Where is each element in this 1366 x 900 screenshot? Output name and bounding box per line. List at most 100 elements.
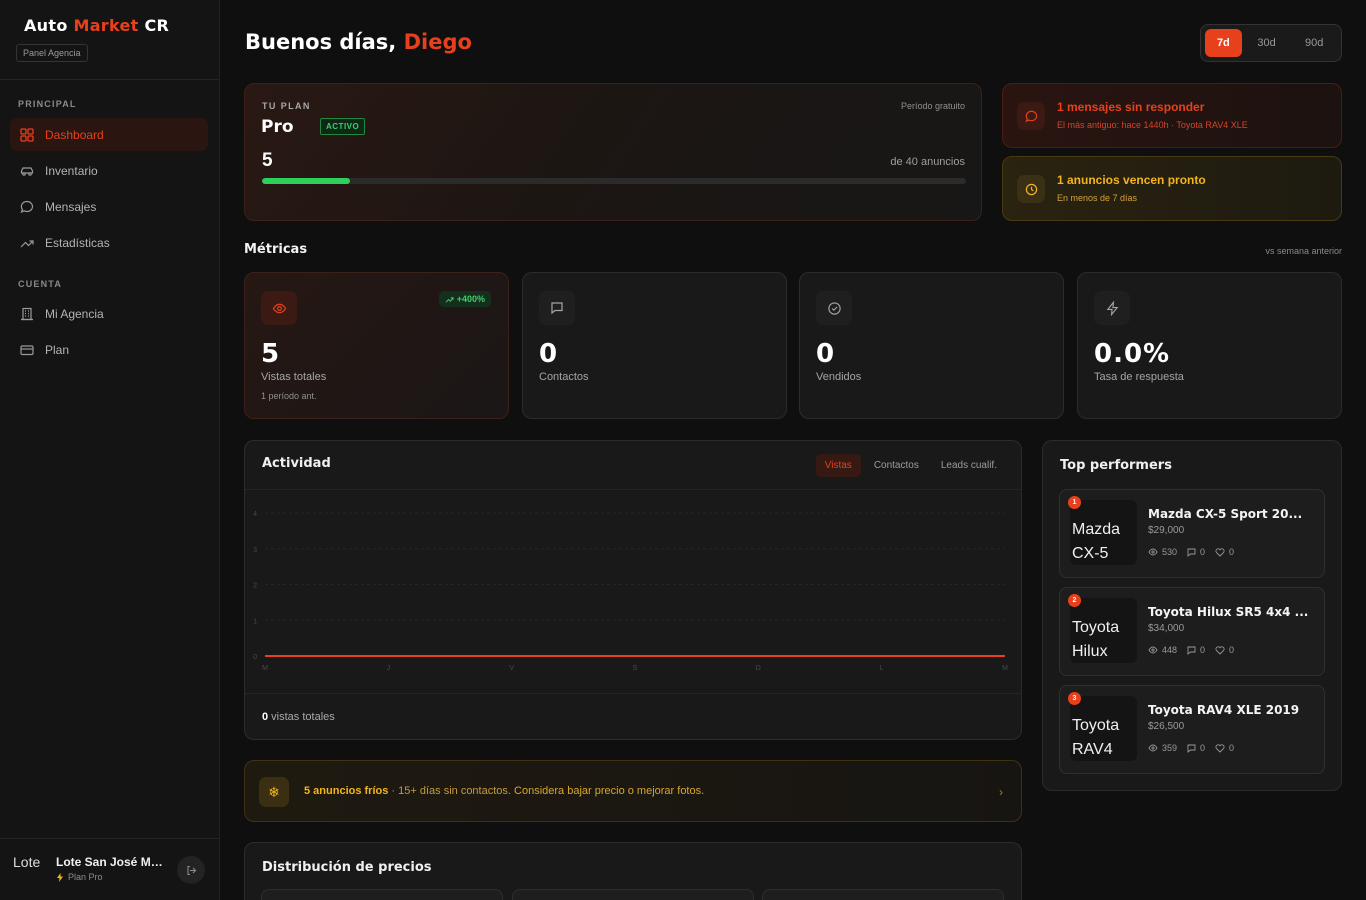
- grid-icon: [20, 127, 34, 142]
- agency-panel-badge: Panel Agencia: [16, 44, 88, 62]
- listing-price: $29,000: [1148, 525, 1185, 536]
- price-distribution-title: Distribución de precios: [262, 860, 432, 875]
- logout-button[interactable]: [177, 856, 205, 884]
- eye-icon: [1148, 744, 1158, 752]
- metric-card-views[interactable]: +400% 5 Vistas totales 1 período ant.: [244, 272, 509, 419]
- views-count: 359: [1162, 743, 1178, 753]
- cold-hint: Considera bajar precio o mejorar fotos.: [514, 785, 705, 797]
- message-icon: [1187, 744, 1196, 753]
- price-distribution-panel: Distribución de precios: [244, 842, 1022, 900]
- sidebar-item-plan[interactable]: Plan: [10, 333, 208, 366]
- messages-stat: 0: [1187, 547, 1205, 557]
- metric-card-contacts[interactable]: 0 Contactos: [522, 272, 787, 419]
- top-performers-panel: Top performers Mazda CX-5 1 Mazda CX-5 S…: [1042, 440, 1342, 791]
- tab-leads[interactable]: Leads cualif.: [932, 454, 1006, 477]
- logout-icon: [186, 865, 196, 875]
- eye-icon: [272, 303, 286, 313]
- activity-total-label: vistas totales: [268, 711, 335, 723]
- likes-stat: 0: [1215, 743, 1234, 753]
- app-root: Auto Market CR Panel Agencia PRINCIPAL D…: [0, 0, 1366, 900]
- cold-listings-text: 5 anuncios fríos · 15+ días sin contacto…: [304, 785, 704, 797]
- metric-label: Contactos: [539, 371, 589, 383]
- plan-status-badge: ACTIVO: [320, 118, 366, 135]
- card-icon: [20, 344, 34, 355]
- y-tick-label: 2: [253, 583, 257, 590]
- metric-card-sold[interactable]: 0 Vendidos: [799, 272, 1064, 419]
- range-30d-button[interactable]: 30d: [1244, 29, 1290, 57]
- chevron-right-icon: ›: [999, 785, 1003, 799]
- metric-card-response-rate[interactable]: 0.0% Tasa de respuesta: [1077, 272, 1342, 419]
- sidebar-footer: Lote Lote San José Mo... Plan Pro: [0, 838, 219, 900]
- brand-part-market: Market: [73, 16, 139, 35]
- clock-icon: [1025, 183, 1037, 195]
- alert-title: 1 anuncios vencen pronto: [1057, 173, 1206, 187]
- metrics-compare-note: vs semana anterior: [1265, 246, 1342, 256]
- eye-icon: [1148, 548, 1158, 556]
- sidebar-item-label: Plan: [45, 342, 70, 357]
- range-90d-button[interactable]: 90d: [1291, 29, 1337, 57]
- bolt-icon: [1106, 300, 1118, 316]
- top-performer-item[interactable]: Mazda CX-5 1 Mazda CX-5 Sport 20... $29,…: [1059, 489, 1325, 578]
- rank-badge: 1: [1068, 496, 1081, 509]
- top-performer-item[interactable]: Toyota RAV4 3 Toyota RAV4 XLE 2019 $26,5…: [1059, 685, 1325, 774]
- alert-subtitle: En menos de 7 días: [1057, 193, 1138, 203]
- metric-previous: 1 período ant.: [261, 391, 317, 401]
- sidebar-item-inventario[interactable]: Inventario: [10, 154, 208, 187]
- views-count: 530: [1162, 547, 1178, 557]
- sidebar-item-mensajes[interactable]: Mensajes: [10, 190, 208, 223]
- tab-contactos[interactable]: Contactos: [865, 454, 928, 477]
- brand-part-cr: CR: [138, 16, 170, 35]
- x-tick-label: L: [880, 665, 884, 672]
- metric-delta-badge: +400%: [438, 291, 491, 307]
- sidebar-divider: [0, 79, 219, 80]
- range-7d-button[interactable]: 7d: [1205, 29, 1242, 57]
- listing-thumbnail: Mazda CX-5: [1070, 500, 1137, 565]
- metric-value: 0.0%: [1094, 339, 1171, 369]
- listing-stats: 448 0 0: [1148, 645, 1234, 655]
- views-count: 448: [1162, 645, 1178, 655]
- greeting-text: Buenos días,: [245, 30, 404, 54]
- plan-card: TU PLAN Período gratuito Pro ACTIVO 5 de…: [244, 83, 982, 221]
- expiring-listings-alert[interactable]: 1 anuncios vencen pronto En menos de 7 d…: [1002, 156, 1342, 221]
- top-performer-item[interactable]: Toyota Hilux 2 Toyota Hilux SR5 4x4 ... …: [1059, 587, 1325, 676]
- activity-title: Actividad: [262, 456, 331, 471]
- plan-period: Período gratuito: [900, 101, 965, 111]
- alert-icon-wrap: [1017, 175, 1045, 203]
- listing-price: $34,000: [1148, 623, 1185, 634]
- plan-label: TU PLAN: [262, 101, 311, 111]
- building-icon: [21, 307, 33, 320]
- metric-value: 0: [539, 339, 559, 369]
- sidebar-item-dashboard[interactable]: Dashboard: [10, 118, 208, 151]
- sidebar-item-estadisticas[interactable]: Estadísticas: [10, 226, 208, 259]
- car-icon: [20, 166, 34, 176]
- unanswered-messages-alert[interactable]: 1 mensajes sin responder El más antiguo:…: [1002, 83, 1342, 148]
- price-bucket-card[interactable]: [261, 889, 503, 900]
- activity-divider-bottom: [245, 693, 1021, 694]
- bolt-small-icon: [57, 872, 63, 882]
- activity-panel: Actividad Vistas Contactos Leads cualif.…: [244, 440, 1022, 740]
- cold-detail: · 15+ días sin contactos.: [388, 785, 515, 797]
- listing-name: Toyota RAV4 XLE 2019: [1148, 703, 1300, 717]
- listing-thumbnail: Toyota Hilux: [1070, 598, 1137, 663]
- views-stat: 359: [1148, 743, 1177, 753]
- metric-icon-wrap: [261, 291, 297, 325]
- sidebar-item-mi-agencia[interactable]: Mi Agencia: [10, 297, 208, 330]
- listing-name: Mazda CX-5 Sport 20...: [1148, 507, 1303, 521]
- tab-vistas[interactable]: Vistas: [815, 454, 861, 477]
- heart-icon: [1215, 645, 1225, 655]
- avatar[interactable]: Lote: [13, 854, 47, 888]
- message-icon: [1187, 548, 1196, 557]
- listing-stats: 530 0 0: [1148, 547, 1234, 557]
- metric-label: Vendidos: [816, 371, 862, 383]
- trend-icon: [20, 239, 34, 247]
- brand-logo[interactable]: Auto Market CR: [24, 16, 220, 35]
- greeting-name: Diego: [403, 30, 472, 54]
- price-bucket-card[interactable]: [512, 889, 754, 900]
- user-name: Lote San José Mo...: [56, 855, 168, 869]
- metric-value: 0: [816, 339, 836, 369]
- likes-stat: 0: [1215, 547, 1234, 557]
- likes-count: 0: [1229, 743, 1235, 753]
- cold-listings-banner[interactable]: ❄ 5 anuncios fríos · 15+ días sin contac…: [244, 760, 1022, 822]
- price-bucket-card[interactable]: [762, 889, 1004, 900]
- alert-icon-wrap: [1017, 102, 1045, 130]
